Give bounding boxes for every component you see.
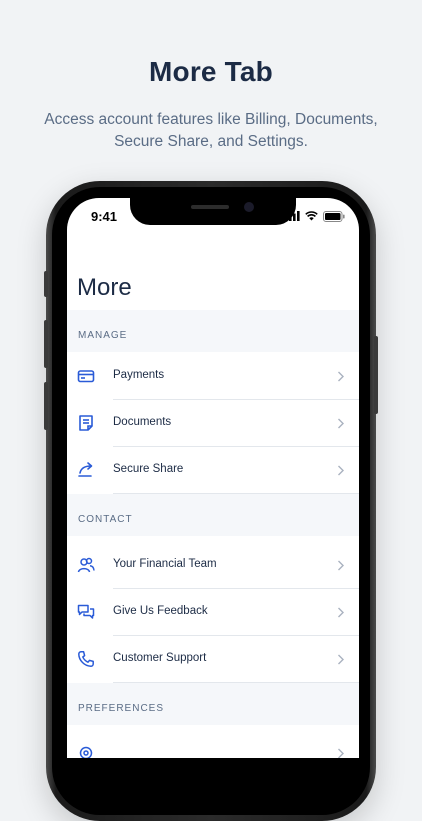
volume-down-button (44, 382, 48, 430)
camera (244, 202, 254, 212)
section-header-contact: CONTACT (67, 494, 359, 536)
share-icon (78, 462, 93, 477)
section-header-preferences: PREFERENCES (67, 683, 359, 725)
chevron-right-icon (338, 371, 344, 382)
list-item-label: Customer Support (113, 652, 207, 664)
list-item-financial-team[interactable]: Your Financial Team (67, 542, 359, 589)
status-icons (285, 210, 345, 222)
volume-up-button (44, 320, 48, 368)
list-item-label: Payments (113, 369, 165, 381)
signal-icon (285, 211, 300, 221)
list-item-secure-share[interactable]: Secure Share (67, 447, 359, 494)
card-icon (77, 370, 95, 383)
chevron-right-icon (338, 560, 344, 571)
gear-icon (79, 746, 93, 758)
list-item-feedback[interactable]: Give Us Feedback (67, 589, 359, 636)
mute-switch (44, 271, 48, 297)
list-item-customer-support[interactable]: Customer Support (67, 636, 359, 683)
chevron-right-icon (338, 607, 344, 618)
list-item-label: Secure Share (113, 463, 184, 475)
battery-icon (323, 210, 345, 222)
team-icon (77, 557, 95, 573)
phone-screen: 9:41 More MANAGE Payments Documents Secu… (67, 198, 359, 758)
promo-title: More Tab (149, 56, 273, 87)
promo-subtitle: Access account features like Billing, Do… (44, 111, 378, 150)
status-time: 9:41 (91, 209, 118, 224)
chevron-right-icon (338, 418, 344, 429)
speaker (191, 205, 229, 209)
page-title: More (77, 274, 132, 301)
list-item-payments[interactable]: Payments (67, 353, 359, 400)
chevron-right-icon (338, 654, 344, 665)
chevron-right-icon (338, 465, 344, 476)
document-icon (79, 415, 93, 431)
list-item-documents[interactable]: Documents (67, 400, 359, 447)
list-item-label: Documents (113, 416, 172, 428)
list-item-label: Your Financial Team (113, 558, 217, 570)
phone-icon (78, 651, 94, 667)
section-header-manage: MANAGE (67, 310, 359, 352)
power-button (374, 336, 378, 414)
wifi-icon (305, 211, 318, 221)
notch (130, 198, 296, 225)
list-item-partial[interactable] (67, 730, 359, 758)
feedback-icon (77, 604, 95, 619)
list-item-label: Give Us Feedback (113, 605, 208, 617)
